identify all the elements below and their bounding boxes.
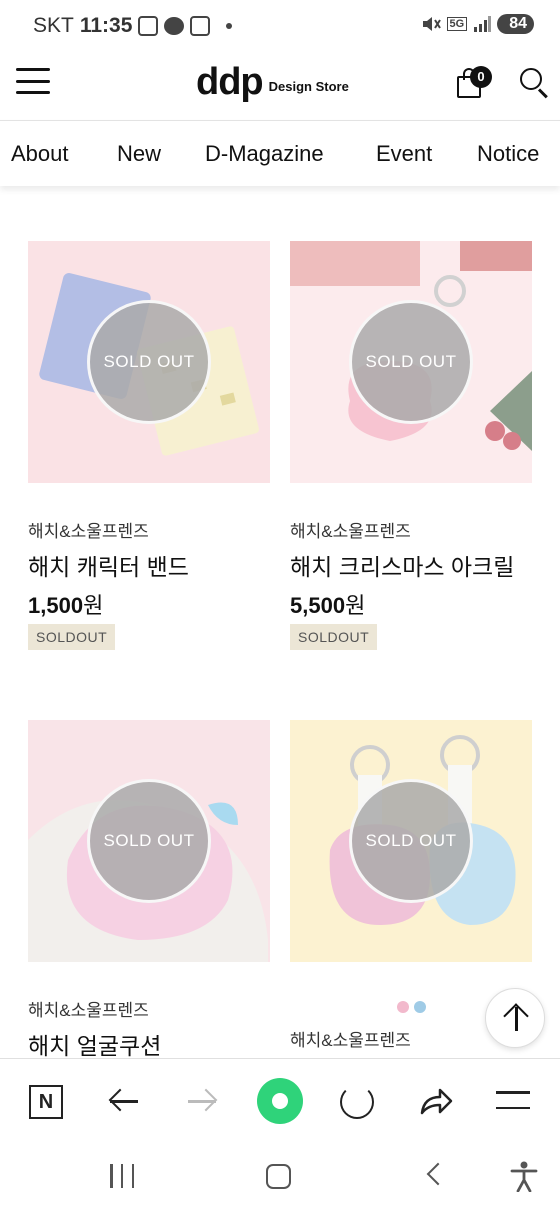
signal-icon [474, 16, 492, 32]
product-image[interactable]: SOLD OUT [28, 720, 270, 962]
product-image[interactable]: SOLD OUT [290, 241, 532, 483]
cart-button[interactable]: 0 [455, 66, 492, 100]
forward-arrow-icon[interactable] [186, 1087, 218, 1117]
logo-mark: ddp [196, 61, 264, 103]
reload-icon[interactable] [340, 1085, 374, 1119]
copy-icon [190, 16, 211, 36]
color-swatch-blue[interactable] [414, 1001, 426, 1013]
back-arrow-icon[interactable] [108, 1087, 140, 1117]
product-card[interactable]: SOLD OUT 해치&소울프렌즈 해치 캐릭터 밴드 1,500원 SOLDO… [28, 241, 270, 650]
soldout-overlay: SOLD OUT [87, 300, 211, 424]
logo-subtitle: Design Store [268, 79, 349, 94]
soldout-badge: SOLDOUT [28, 624, 116, 650]
product-name[interactable]: 해치 캐릭터 밴드 [28, 548, 270, 582]
product-price: 1,500원 [28, 593, 104, 618]
share-icon[interactable] [419, 1086, 453, 1116]
soldout-overlay: SOLD OUT [349, 300, 473, 424]
site-header: ddp Design Store 0 [0, 54, 560, 120]
product-brand: 해치&소울프렌즈 [290, 522, 411, 541]
green-home-button[interactable] [257, 1078, 303, 1124]
nav-new[interactable]: New [117, 141, 161, 167]
product-image[interactable]: SOLD OUT [290, 720, 532, 962]
soldout-overlay: SOLD OUT [87, 779, 211, 903]
color-options [397, 1001, 426, 1013]
browser-menu-icon[interactable] [496, 1091, 530, 1109]
screenshot-icon [138, 16, 159, 36]
naver-home-button[interactable]: N [29, 1085, 63, 1119]
nav-about[interactable]: About [11, 141, 69, 167]
product-name[interactable]: 해치 얼굴쿠션 [28, 1027, 270, 1061]
recent-apps-icon[interactable] [110, 1164, 134, 1188]
menu-icon[interactable] [16, 68, 50, 94]
status-bar: SKT 11:35 5G 84 [0, 0, 560, 54]
scroll-to-top-button[interactable] [485, 988, 545, 1048]
product-name[interactable]: 해치 크리스마스 아크릴 [290, 548, 532, 582]
battery-indicator: 84 [497, 14, 534, 34]
product-brand: 해치&소울프렌즈 [28, 1001, 149, 1020]
nav-event[interactable]: Event [376, 141, 432, 167]
talk-icon [164, 17, 185, 35]
category-nav: About New D-Magazine Event Notice [0, 120, 560, 186]
system-back-icon[interactable] [426, 1162, 450, 1186]
nav-notice[interactable]: Notice [477, 141, 539, 167]
product-price: 5,500원 [290, 593, 366, 618]
product-image[interactable]: SOLD OUT [28, 241, 270, 483]
nav-d-magazine[interactable]: D-Magazine [205, 141, 324, 167]
system-home-icon[interactable] [266, 1164, 291, 1189]
cart-count-badge: 0 [470, 66, 492, 88]
product-card[interactable]: SOLD OUT 해치&소울프렌즈 해치 크리스마스 아크릴 5,500원 SO… [290, 241, 532, 650]
store-logo[interactable]: ddp Design Store [196, 62, 349, 102]
carrier-label: SKT [33, 14, 74, 37]
mute-icon [422, 17, 441, 31]
network-badge: 5G [446, 17, 468, 31]
product-brand: 해치&소울프렌즈 [28, 522, 149, 541]
soldout-badge: SOLDOUT [290, 624, 378, 650]
color-swatch-pink[interactable] [397, 1001, 409, 1013]
more-notifications-icon [226, 23, 233, 29]
clock: 11:35 [79, 14, 133, 37]
soldout-overlay: SOLD OUT [349, 779, 473, 903]
product-card[interactable]: SOLD OUT 해치&소울프렌즈 해치 얼굴쿠션 [28, 720, 270, 1061]
search-icon[interactable] [520, 68, 550, 99]
browser-toolbar: N [0, 1058, 560, 1142]
system-navigation-bar [0, 1142, 560, 1213]
accessibility-icon[interactable] [510, 1160, 538, 1192]
